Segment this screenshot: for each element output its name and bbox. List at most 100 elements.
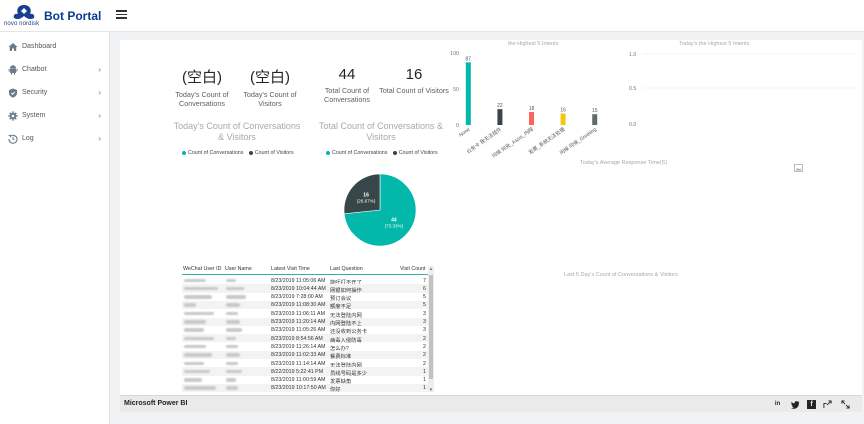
- today-intents-chart: 1.0 0.5 0.0: [629, 52, 857, 128]
- column-header[interactable]: Latest Visit Time: [271, 266, 310, 272]
- sidebar-item-log[interactable]: Log ›: [0, 130, 110, 150]
- fullscreen-icon[interactable]: [841, 400, 850, 409]
- sidebar-item-system[interactable]: System ›: [0, 107, 110, 127]
- bar[interactable]: [497, 109, 503, 125]
- bar-value-label: 15: [592, 108, 598, 114]
- conversations-visitors-pie-chart[interactable]: 44(73.33%)16(26.67%): [338, 168, 422, 252]
- redacted-user-name: [226, 286, 244, 291]
- legend-swatch: [326, 150, 330, 155]
- redacted-user-id: [184, 378, 202, 382]
- bot-portal-app: novo nordisk Bot Portal Dashboard Chatbo…: [0, 0, 864, 424]
- scrollbar-thumb[interactable]: [429, 275, 433, 379]
- kpi-total-visitors: 16 Total Count of Visitors: [379, 66, 449, 95]
- kpi-value: 44: [338, 66, 356, 83]
- table-row[interactable]: 8/23/2019 7:28:00 AM 预订会议 5: [182, 293, 430, 302]
- legend-label: Count of Visitors: [254, 150, 294, 156]
- legend-swatch: [182, 150, 186, 155]
- kpi-today-conversations: (空白) Today's Count of Conversations: [167, 66, 237, 108]
- table-row[interactable]: 8/23/2019 11:20:14 AM 内网登陆不上 3: [182, 317, 430, 327]
- sidebar-item-security[interactable]: Security ›: [0, 84, 110, 104]
- scroll-down-icon[interactable]: ▼: [428, 387, 434, 392]
- sidebar-item-label: Chatbot: [22, 66, 47, 73]
- highest-intents-bar-chart[interactable]: 05010087None22公务卡 我无法挂件18问候 何处_Assis_内网1…: [445, 48, 625, 168]
- gear-icon: [8, 111, 18, 121]
- sidebar-item-chatbot[interactable]: Chatbot ›: [0, 61, 110, 81]
- column-header[interactable]: Last Question: [330, 266, 363, 272]
- pie-percent-label: (73.33%): [385, 224, 404, 229]
- redacted-user-id: [184, 278, 206, 282]
- last-5-days-title: Last 5 Day's Count of Conversations & Vi…: [564, 272, 678, 278]
- linkedin-icon[interactable]: in: [773, 400, 782, 409]
- facebook-icon[interactable]: f: [807, 400, 816, 409]
- redacted-user-id: [184, 286, 218, 291]
- visit-count: 1: [423, 377, 426, 384]
- legend-label: Count of Visitors: [398, 150, 438, 156]
- visit-count: 2: [423, 352, 426, 359]
- sidebar-item-dashboard[interactable]: Dashboard: [0, 38, 110, 58]
- bar[interactable]: [592, 114, 598, 125]
- redacted-user-id: [184, 295, 212, 299]
- kpi-value: (空白): [182, 69, 222, 86]
- visit-count: 1: [423, 385, 426, 392]
- latest-visit-time: 8/23/2019 11:05:06 AM: [271, 277, 326, 284]
- top-bar: novo nordisk Bot Portal: [0, 0, 864, 32]
- redacted-user-id: [184, 353, 212, 357]
- powerbi-report: (空白) Today's Count of Conversations (空白)…: [120, 40, 862, 412]
- table-header: WeChat User ID User Name Latest Visit Ti…: [182, 264, 432, 275]
- y-tick: 0.5: [629, 86, 636, 92]
- latest-visit-time: 8/23/2019 11:20:14 AM: [271, 319, 326, 325]
- table-row[interactable]: 8/23/2019 11:08:30 AM 额度不足 5: [182, 300, 430, 310]
- last-question: 你好: [330, 387, 341, 392]
- bar[interactable]: [529, 112, 535, 125]
- history-icon: [8, 134, 18, 144]
- visit-count: 2: [423, 335, 426, 342]
- bar[interactable]: [560, 113, 566, 125]
- menu-toggle-icon[interactable]: [116, 10, 127, 19]
- powerbi-brand-link[interactable]: Microsoft Power BI: [124, 400, 187, 407]
- redacted-user-id: [184, 386, 216, 390]
- column-header[interactable]: WeChat User ID: [183, 266, 221, 272]
- table-row[interactable]: 8/23/2019 11:02:33 AM 餐费标准 2: [182, 350, 430, 360]
- redacted-user-name: [226, 369, 242, 374]
- visit-count: 7: [423, 277, 426, 284]
- redacted-user-id: [184, 344, 206, 349]
- scroll-up-icon[interactable]: ▲: [428, 266, 434, 271]
- table-row[interactable]: 8/23/2019 11:05:26 AM 还没收到公务卡 3: [182, 326, 430, 335]
- share-icon[interactable]: [823, 400, 832, 409]
- table-row[interactable]: 8/23/2019 11:14:14 AM 无法登陆内网 2: [182, 359, 430, 369]
- latest-visit-time: 8/23/2019 11:26:14 AM: [271, 343, 326, 350]
- twitter-icon[interactable]: [791, 400, 800, 409]
- table-row[interactable]: 8/23/2019 11:00:59 AM 发票缺角 1: [182, 376, 430, 385]
- table-row[interactable]: 8/23/2019 10:17:50 AM 你好 1: [182, 383, 430, 392]
- kpi-label: Today's Count of Visitors: [243, 90, 297, 108]
- shield-icon: [9, 88, 17, 98]
- redacted-user-id: [184, 303, 196, 307]
- pie-slice[interactable]: [343, 173, 381, 215]
- visit-count: 2: [423, 360, 426, 367]
- table-row[interactable]: 8/23/2019 8:54:56 AM 病毒入侵防毒 2: [182, 334, 430, 344]
- today-chart-title: Today's Count of Conversations & Visitor…: [173, 121, 301, 142]
- latest-visit-time: 8/23/2019 11:05:26 AM: [271, 327, 326, 334]
- table-row[interactable]: 8/23/2019 10:04:44 AM 网银如何操作 6: [182, 284, 430, 294]
- column-header[interactable]: User Name: [225, 266, 252, 272]
- redacted-user-name: [226, 320, 240, 324]
- table-scrollbar[interactable]: ▲ ▼: [428, 266, 434, 392]
- table-row[interactable]: 8/23/2019 11:06:11 AM 无法登陆内网 3: [182, 309, 430, 319]
- visit-count: 3: [423, 327, 426, 334]
- latest-visit-time: 8/23/2019 11:00:59 AM: [271, 377, 326, 384]
- table-row[interactable]: 8/22/2019 5:22:41 PM 员线号码是多少 1: [182, 367, 430, 377]
- visit-count: 5: [423, 302, 426, 309]
- redacted-user-id: [184, 369, 210, 374]
- column-header[interactable]: Visit Count: [400, 266, 426, 272]
- x-tick-label: None: [458, 127, 471, 139]
- pie-percent-label: (26.67%): [357, 198, 376, 203]
- table-row[interactable]: 8/23/2019 11:05:06 AM 能吁打不开了 7: [182, 276, 430, 286]
- bar[interactable]: [465, 62, 471, 125]
- visit-count: 2: [423, 343, 426, 350]
- table-row[interactable]: 8/23/2019 11:26:14 AM 怎么办? 2: [182, 342, 430, 352]
- legend-swatch: [392, 150, 397, 155]
- bar-value-label: 22: [497, 103, 503, 109]
- visitor-table: WeChat User ID User Name Latest Visit Ti…: [182, 264, 434, 392]
- y-tick-label: 50: [453, 87, 459, 93]
- y-tick: 1.0: [629, 52, 636, 58]
